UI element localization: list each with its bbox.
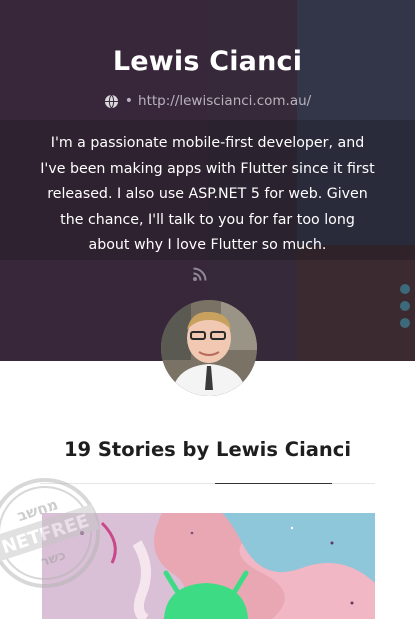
website-row: • http://lewiscianci.com.au/ (0, 91, 415, 111)
website-separator: • (124, 93, 134, 109)
bio-line: about why I love Flutter so much. (88, 237, 327, 253)
avatar[interactable] (161, 300, 257, 396)
bio-line: the chance, I'll talk to you for far too… (60, 211, 355, 228)
bio-line: released. I also use ASP.NET 5 for web. … (47, 186, 368, 202)
indicator-dot[interactable] (400, 301, 410, 311)
indicator-dot[interactable] (400, 284, 410, 294)
bio-line: I'm a passionate mobile-first developer,… (50, 135, 365, 151)
website-link[interactable]: http://lewiscianci.com.au/ (138, 93, 311, 109)
globe-icon (104, 94, 118, 108)
rss-icon[interactable] (192, 266, 208, 282)
author-name: Lewis Cianci (112, 46, 303, 77)
bio-line: I've been making apps with Flutter since… (40, 160, 375, 177)
indicator-dot[interactable] (400, 318, 410, 328)
watermark-middle-text: NETFREE (0, 510, 92, 558)
avatar-photo (161, 300, 257, 396)
stories-heading: 19 Stories by Lewis Cianci (63, 438, 352, 461)
author-bio: I'm a passionate mobile-first developer,… (40, 131, 375, 259)
netfree-watermark-stamp: מחשב NETFREE כשר (0, 474, 104, 592)
scroll-indicator[interactable] (400, 284, 412, 335)
divider-highlight (215, 483, 332, 484)
watermark-bottom-text: כשר (39, 548, 67, 570)
